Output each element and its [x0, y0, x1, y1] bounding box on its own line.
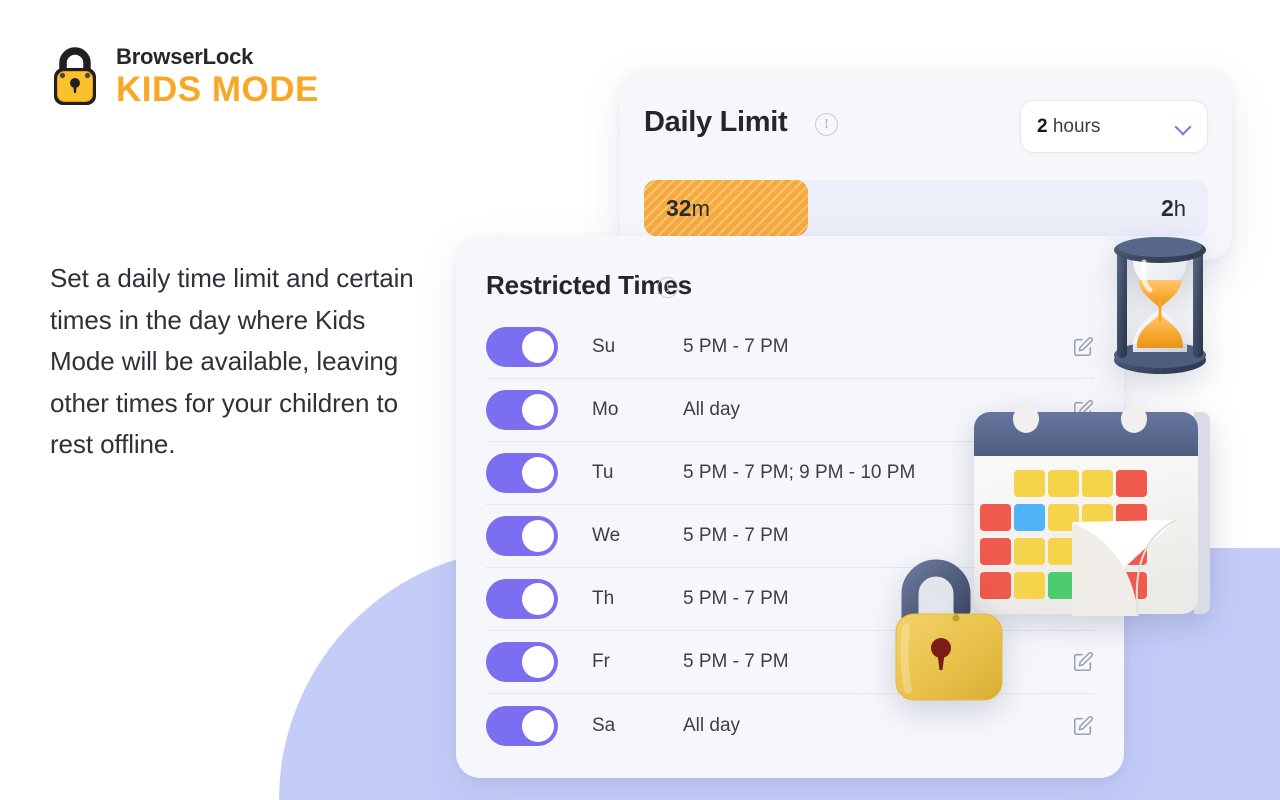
- edit-pencil-icon[interactable]: [1072, 336, 1094, 358]
- restricted-day-label: Th: [592, 588, 615, 609]
- daily-limit-select-number: 2: [1037, 115, 1048, 137]
- hourglass-illustration: [1100, 228, 1220, 378]
- daily-limit-total-number: 2: [1160, 194, 1174, 221]
- edit-pencil-icon[interactable]: [1072, 715, 1094, 737]
- restricted-day-toggle[interactable]: [486, 327, 558, 367]
- restricted-day-toggle[interactable]: [486, 705, 558, 746]
- toggle-knob: [522, 646, 554, 678]
- product-name: KIDS MODE: [116, 69, 319, 109]
- toggle-knob: [522, 457, 554, 489]
- edit-pencil-icon[interactable]: [1072, 651, 1094, 673]
- toggle-knob: [522, 394, 554, 426]
- padlock-icon: [48, 44, 102, 108]
- info-circle-icon[interactable]: !: [657, 277, 678, 298]
- daily-limit-header: Daily Limit ! 2 hours: [644, 100, 1208, 162]
- restricted-day-toggle[interactable]: [486, 453, 558, 493]
- toggle-knob: [522, 709, 554, 742]
- restricted-day-toggle[interactable]: [486, 579, 558, 619]
- restricted-day-toggle[interactable]: [486, 642, 558, 682]
- table-row: Su 5 PM - 7 PM: [486, 316, 1094, 379]
- daily-limit-select-unit: hours: [1047, 115, 1101, 137]
- restricted-day-label: Sa: [592, 714, 616, 736]
- restricted-time-label: All day: [683, 714, 741, 736]
- restricted-day-toggle[interactable]: [486, 516, 558, 556]
- description-text: Set a daily time limit and certain times…: [50, 263, 414, 459]
- restricted-day-toggle[interactable]: [486, 390, 558, 430]
- daily-limit-used-label: 32m: [666, 195, 710, 222]
- toggle-knob: [522, 331, 554, 363]
- brand-logo: BrowserLock KIDS MODE: [48, 44, 319, 108]
- brand-name: BrowserLock: [116, 43, 254, 69]
- daily-limit-total-unit: h: [1173, 195, 1186, 221]
- daily-limit-used-unit: m: [691, 195, 710, 221]
- restricted-time-label: 5 PM - 7 PM: [683, 336, 789, 357]
- restricted-day-label: We: [592, 525, 621, 546]
- page-root: BrowserLock KIDS MODE Set a daily time l…: [0, 0, 1280, 800]
- restricted-day-label: Tu: [592, 462, 614, 483]
- daily-limit-select[interactable]: 2 hours: [1020, 100, 1208, 153]
- daily-limit-total-label: 2h: [1161, 195, 1186, 222]
- toggle-knob: [522, 520, 554, 552]
- daily-limit-select-value: 2 hours: [1037, 116, 1100, 138]
- padlock-illustration: [884, 558, 1014, 706]
- daily-limit-title: Daily Limit: [644, 106, 788, 138]
- restricted-day-label: Mo: [592, 399, 619, 420]
- restricted-day-label: Su: [592, 336, 616, 357]
- chevron-down-icon[interactable]: [1175, 119, 1191, 135]
- daily-limit-used-number: 32: [666, 194, 692, 221]
- toggle-knob: [522, 583, 554, 615]
- daily-limit-progress-fill: 32m: [644, 180, 808, 236]
- restricted-day-label: Fr: [592, 651, 610, 672]
- info-circle-icon[interactable]: !: [815, 113, 838, 136]
